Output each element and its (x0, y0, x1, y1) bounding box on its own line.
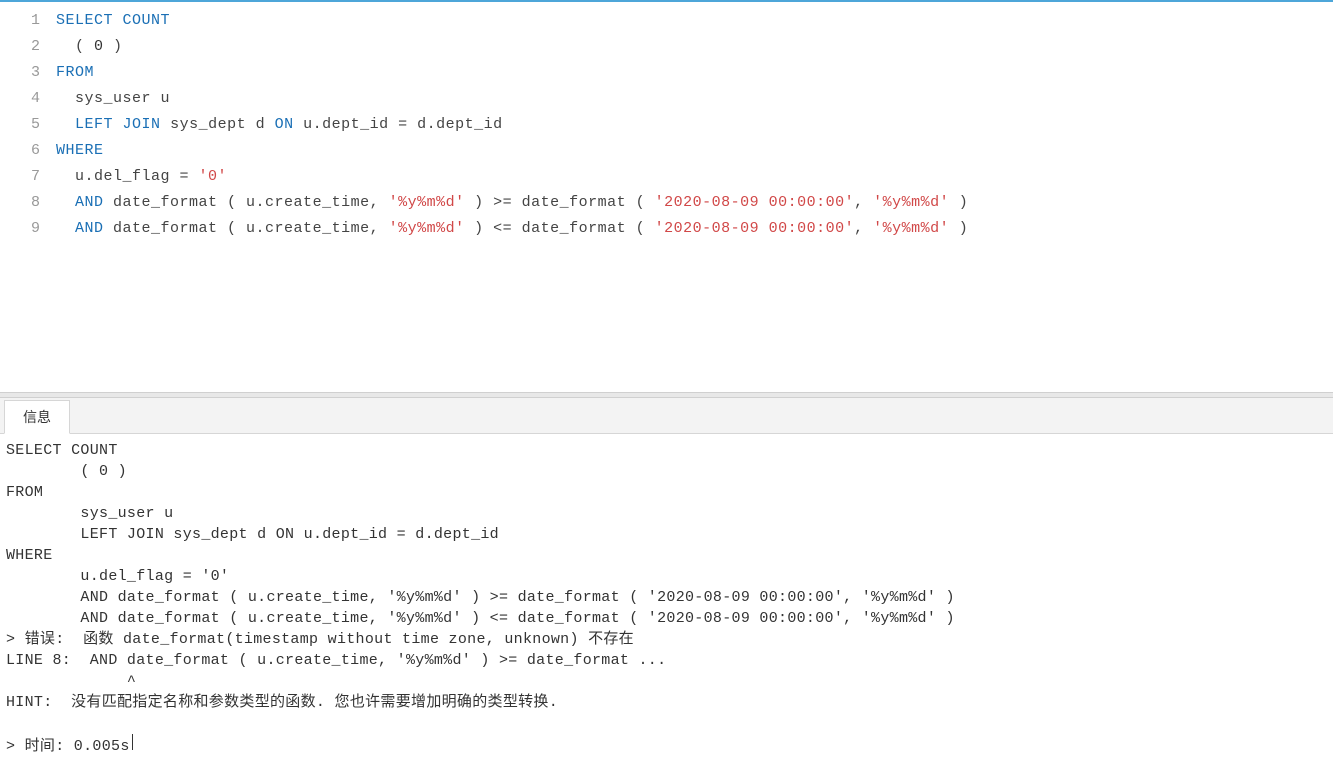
token-str: '%y%m%d' (389, 220, 465, 237)
code-content[interactable]: sys_user u (56, 86, 1333, 112)
line-number: 4 (0, 86, 56, 112)
sql-editor[interactable]: 1SELECT COUNT2 ( 0 ) 3FROM4 sys_user u5 … (0, 0, 1333, 392)
code-line[interactable]: 8 AND date_format ( u.create_time, '%y%m… (0, 190, 1333, 216)
token-kw: AND (75, 194, 104, 211)
line-number: 5 (0, 112, 56, 138)
token-ident (56, 194, 75, 211)
token-kw: JOIN (123, 116, 161, 133)
code-content[interactable]: ( 0 ) (56, 34, 1333, 60)
code-content[interactable]: FROM (56, 60, 1333, 86)
token-kw: LEFT (75, 116, 113, 133)
token-kw: AND (75, 220, 104, 237)
output-tab-bar: 信息 (0, 398, 1333, 434)
token-str: '%y%m%d' (873, 220, 949, 237)
token-ident: sys_dept d (161, 116, 275, 133)
token-ident (56, 220, 75, 237)
token-ident (113, 12, 123, 29)
token-ident: ) >= date_format ( (465, 194, 655, 211)
token-ident: ( (56, 38, 94, 55)
token-kw: ON (275, 116, 294, 133)
token-ident (113, 116, 123, 133)
token-ident (56, 116, 75, 133)
code-line[interactable]: 3FROM (0, 60, 1333, 86)
code-line[interactable]: 2 ( 0 ) (0, 34, 1333, 60)
line-number: 3 (0, 60, 56, 86)
token-num: 0 (94, 38, 104, 55)
output-messages[interactable]: SELECT COUNT ( 0 ) FROM sys_user u LEFT … (0, 434, 1333, 763)
code-line[interactable]: 5 LEFT JOIN sys_dept d ON u.dept_id = d.… (0, 112, 1333, 138)
code-line[interactable]: 7 u.del_flag = '0' (0, 164, 1333, 190)
code-line[interactable]: 9 AND date_format ( u.create_time, '%y%m… (0, 216, 1333, 242)
token-str: '0' (199, 168, 228, 185)
token-kw: SELECT (56, 12, 113, 29)
token-ident: ) (949, 220, 968, 237)
token-ident: , (854, 194, 873, 211)
tab-messages[interactable]: 信息 (4, 400, 70, 434)
token-kw: COUNT (123, 12, 171, 29)
code-line[interactable]: 1SELECT COUNT (0, 8, 1333, 34)
line-number: 2 (0, 34, 56, 60)
token-ident: ) (949, 194, 968, 211)
output-text: SELECT COUNT ( 0 ) FROM sys_user u LEFT … (6, 442, 964, 755)
token-ident: u.dept_id = d.dept_id (294, 116, 503, 133)
token-ident: u.del_flag = (56, 168, 199, 185)
line-number: 8 (0, 190, 56, 216)
token-str: '2020-08-09 00:00:00' (655, 194, 855, 211)
token-ident: ) <= date_format ( (465, 220, 655, 237)
token-kw: WHERE (56, 142, 104, 159)
code-content[interactable]: SELECT COUNT (56, 8, 1333, 34)
token-kw: FROM (56, 64, 94, 81)
line-number: 7 (0, 164, 56, 190)
token-str: '%y%m%d' (873, 194, 949, 211)
token-ident: date_format ( u.create_time, (104, 194, 389, 211)
code-line[interactable]: 6WHERE (0, 138, 1333, 164)
line-number: 6 (0, 138, 56, 164)
editor-empty-area[interactable] (0, 242, 1333, 392)
token-str: '2020-08-09 00:00:00' (655, 220, 855, 237)
code-content[interactable]: AND date_format ( u.create_time, '%y%m%d… (56, 216, 1333, 242)
token-ident: date_format ( u.create_time, (104, 220, 389, 237)
token-ident: , (854, 220, 873, 237)
line-number: 9 (0, 216, 56, 242)
code-line[interactable]: 4 sys_user u (0, 86, 1333, 112)
code-content[interactable]: u.del_flag = '0' (56, 164, 1333, 190)
token-str: '%y%m%d' (389, 194, 465, 211)
token-ident: sys_user u (56, 90, 170, 107)
line-number: 1 (0, 8, 56, 34)
output-cursor (132, 734, 133, 750)
code-content[interactable]: WHERE (56, 138, 1333, 164)
code-content[interactable]: AND date_format ( u.create_time, '%y%m%d… (56, 190, 1333, 216)
code-content[interactable]: LEFT JOIN sys_dept d ON u.dept_id = d.de… (56, 112, 1333, 138)
token-ident: ) (104, 38, 133, 55)
